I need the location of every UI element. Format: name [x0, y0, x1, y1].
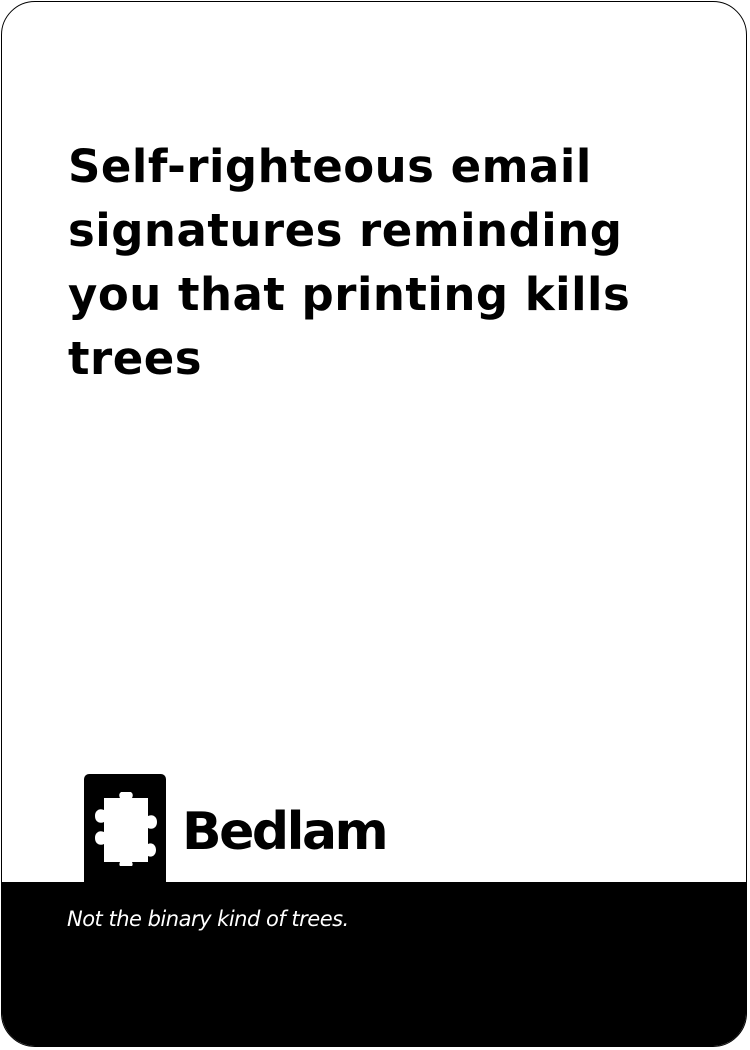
brand-logo-tile — [84, 774, 166, 892]
game-card: Self-righteous email signatures remindin… — [1, 1, 747, 1047]
card-flavor-text: Not the binary kind of trees. — [67, 907, 349, 931]
brand-name: Bedlam — [182, 802, 389, 862]
card-prompt-text: Self-righteous email signatures remindin… — [68, 140, 631, 385]
puzzle-piece-icon — [95, 792, 157, 866]
